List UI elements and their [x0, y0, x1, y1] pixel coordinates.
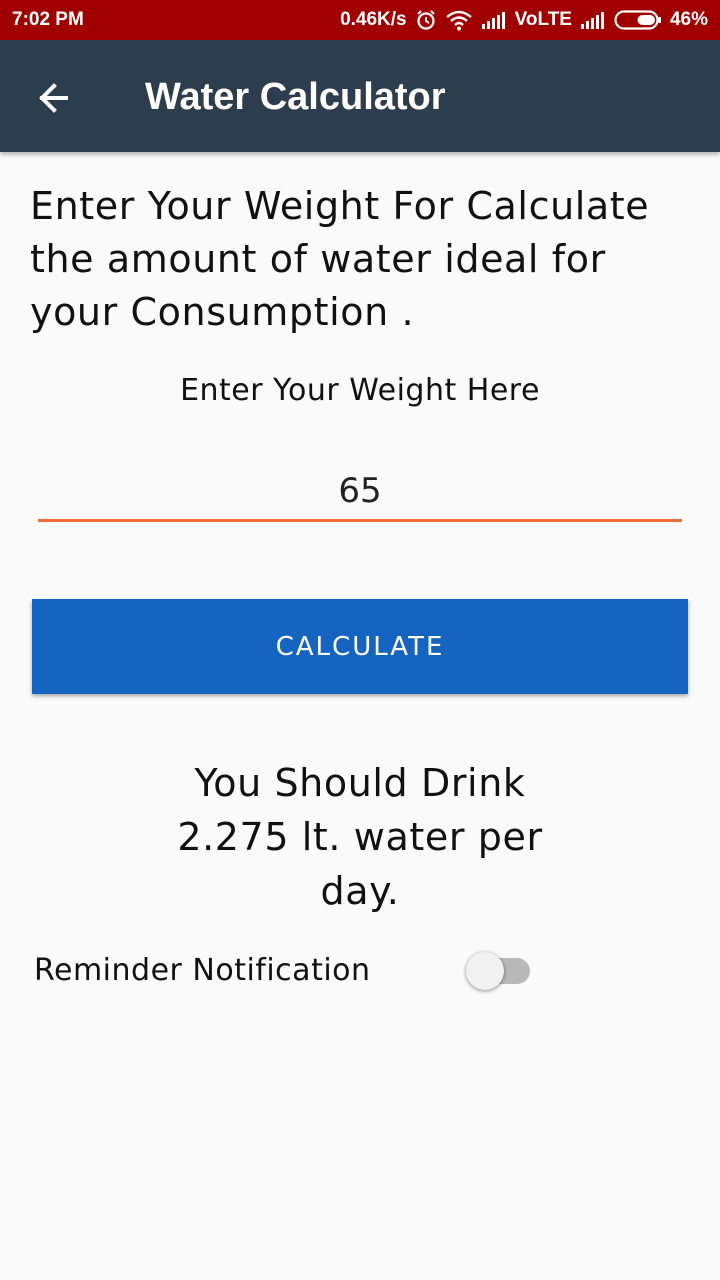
calculate-button[interactable]: CALCULATE	[32, 599, 688, 694]
intro-text: Enter Your Weight For Calculate the amou…	[30, 184, 650, 334]
signal-icon	[580, 10, 606, 30]
battery-percent: 46%	[669, 9, 708, 30]
status-bar: 7:02 PM 0.46K/s VoLTE 46%	[0, 0, 720, 40]
reminder-label: Reminder Notification	[34, 953, 371, 988]
network-type: VoLTE	[514, 9, 572, 30]
page-title: Water Calculator	[145, 76, 446, 118]
back-button[interactable]	[30, 76, 82, 120]
status-icons: 0.46K/s VoLTE 46%	[340, 9, 708, 31]
app-bar: Water Calculator	[0, 40, 720, 152]
weight-label: Enter Your Weight Here	[180, 373, 540, 408]
alarm-icon	[415, 9, 437, 31]
toggle-thumb	[466, 952, 504, 990]
network-speed: 0.46K/s	[340, 9, 407, 30]
arrow-back-icon	[39, 83, 68, 113]
result-text: You Should Drink 2.275 lt. water per day…	[177, 761, 543, 913]
reminder-toggle[interactable]	[462, 950, 534, 992]
wifi-icon	[445, 9, 473, 31]
weight-input[interactable]	[38, 462, 682, 522]
battery-icon	[614, 10, 662, 30]
status-time: 7:02 PM	[12, 9, 84, 30]
signal-icon	[481, 10, 507, 30]
